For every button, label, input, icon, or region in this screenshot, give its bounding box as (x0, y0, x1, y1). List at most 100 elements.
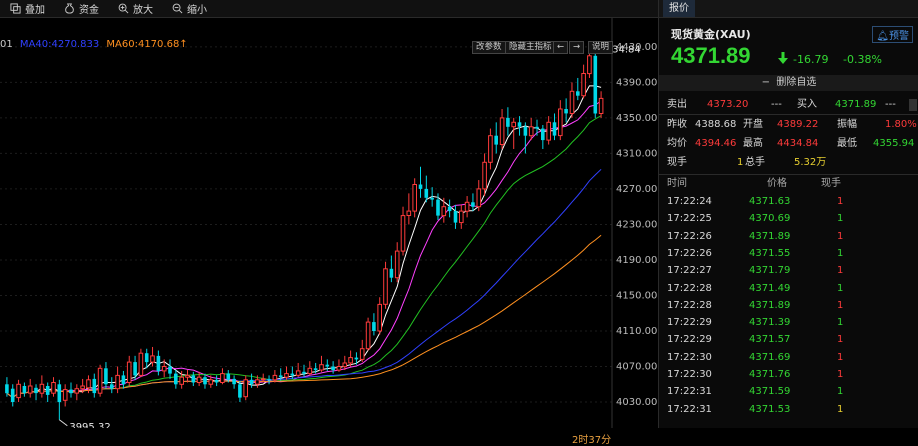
candle-countdown: 2时37分 (572, 435, 612, 446)
tick-price: 4371.53 (749, 403, 791, 415)
candle-body (97, 367, 103, 394)
avg-label: 均价 (667, 138, 687, 149)
remove-watchlist-button[interactable]: − 删除自选 (659, 75, 918, 91)
candle-body (418, 184, 423, 189)
candle-body (138, 352, 144, 376)
alert-button[interactable]: 🔔︎预警 (872, 26, 913, 43)
candle-body (488, 135, 493, 163)
overlay-button[interactable]: 叠加 (0, 0, 54, 17)
tick-volume: 1 (837, 265, 844, 277)
tick-row: 17:22:30 4371.76 1 (659, 366, 918, 383)
tick-time: 17:22:28 (667, 299, 712, 311)
buy-price: 4371.89 (835, 99, 877, 110)
scroll-left-button[interactable]: ← (553, 41, 569, 54)
candle-body (272, 374, 278, 381)
zoom-out-button[interactable]: 缩小 (162, 0, 216, 17)
cur-hand-label: 现手 (667, 157, 687, 168)
candle-body (249, 379, 254, 385)
ma60-label: MA60:4170.68↑ (106, 39, 188, 50)
tick-price: 4371.63 (749, 196, 791, 207)
tick-price: 4371.89 (749, 299, 791, 311)
zoom-out-label: 缩小 (187, 5, 207, 16)
candle-body (290, 373, 295, 376)
chart-canvas[interactable]: 4430.004390.004350.004310.004270.004230.… (0, 18, 658, 428)
tick-volume: 1 (837, 247, 844, 259)
bid-ask-row: 卖出 4373.20 --- 买入 4371.89 --- (659, 96, 918, 113)
price-change: -16.79 (793, 53, 829, 66)
ma10-line (6, 100, 602, 399)
quote-row-2: 均价 4394.46 最高 4434.84 最低 4355.94 (659, 135, 918, 152)
capital-button[interactable]: 资金 (54, 0, 108, 17)
tick-volume: 1 (837, 317, 844, 329)
candle-body (69, 389, 73, 394)
candle-body (62, 389, 68, 401)
tab-quote[interactable]: 报价 (663, 0, 695, 17)
candle-body (144, 353, 149, 363)
tick-price: 4371.69 (749, 351, 791, 363)
candle-body (313, 368, 318, 371)
candle-body (430, 197, 434, 200)
ma40-label: MA40:4270.833 (19, 39, 100, 50)
tick-row: 17:22:28 4371.89 1 (659, 297, 918, 314)
candle-body (394, 250, 400, 279)
tick-price: 4371.79 (749, 265, 791, 277)
candle-body (243, 379, 248, 398)
candle-body (121, 375, 126, 385)
tick-time: 17:22:26 (667, 247, 712, 259)
scroll-handle[interactable] (909, 99, 917, 111)
zoom-in-button[interactable]: 放大 (108, 0, 162, 17)
candle-body (203, 377, 207, 385)
capital-label: 资金 (79, 5, 99, 16)
overlay-label: 叠加 (25, 5, 45, 16)
tick-time: 17:22:29 (667, 334, 712, 346)
candlestick-chart[interactable]: 4430.00 4390.00 4350.00 4310.00 4270.00 4230.… (0, 18, 658, 446)
bell-icon: 🔔︎ (876, 31, 889, 42)
sell-label: 卖出 (667, 99, 687, 110)
tick-row: 17:22:24 4371.63 1 (659, 193, 918, 210)
tick-volume: 1 (837, 334, 844, 346)
edit-params-button[interactable]: 改参数 (472, 41, 506, 54)
low-label: 最低 (837, 138, 857, 149)
symbol-name: 现货黄金(XAU) (671, 28, 751, 41)
tick-price: 4371.89 (749, 230, 791, 242)
tick-row: 17:22:29 4371.57 1 (659, 331, 918, 348)
amplitude-value: 1.80% (885, 119, 917, 130)
tick-row: 17:22:31 4371.59 1 (659, 383, 918, 400)
candle-body (436, 199, 440, 216)
money-bag-icon (65, 3, 74, 14)
open-label: 开盘 (743, 119, 763, 130)
help-button[interactable]: 说明 (588, 41, 614, 54)
candle-body (5, 384, 9, 394)
col-volume: 现手 (821, 178, 841, 189)
candle-body (511, 121, 516, 128)
candle-body (541, 128, 545, 141)
y-tick-label: 4190.00 (616, 255, 657, 266)
candle-body (325, 364, 330, 367)
candle-body (581, 73, 586, 97)
candle-body (302, 371, 306, 374)
candle-body (278, 375, 283, 378)
scroll-right-button[interactable]: → (569, 41, 585, 54)
candle-body (482, 161, 487, 190)
tick-row: 17:22:29 4371.39 1 (659, 314, 918, 331)
candle-body (185, 374, 190, 378)
candle-body (133, 362, 137, 376)
layers-icon (10, 3, 21, 14)
candle-body (406, 210, 412, 217)
ma-prefix: 01 (0, 39, 13, 50)
candle-body (295, 370, 301, 376)
candle-body (74, 388, 80, 394)
candle-body (22, 386, 27, 394)
tick-volume: 1 (837, 403, 844, 415)
candle-body (27, 385, 33, 394)
candle-body (51, 382, 56, 394)
amplitude-label: 振幅 (837, 119, 857, 130)
tick-time: 17:22:24 (667, 196, 712, 207)
quote-row-3: 现手 1 总手 5.32万 (659, 154, 918, 171)
candle-body (267, 378, 271, 380)
y-tick-label: 4390.00 (616, 77, 657, 88)
candle-body (389, 268, 394, 278)
hide-indicator-button[interactable]: 隐藏主指标 (505, 41, 556, 54)
avg-value: 4394.46 (695, 138, 737, 149)
ma20-line (6, 115, 602, 399)
